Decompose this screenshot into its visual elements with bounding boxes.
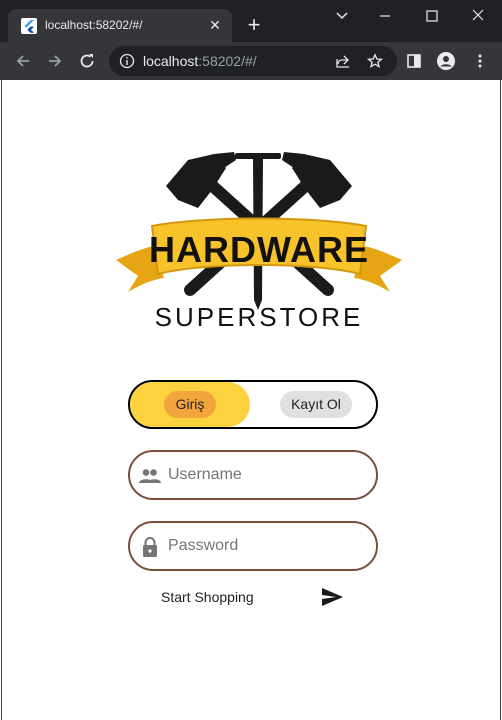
flutter-icon: [21, 18, 37, 34]
url-host: localhost: [143, 53, 199, 69]
hardware-superstore-logo: HARDWARE SUPERSTORE: [116, 152, 402, 332]
logo-word-superstore: SUPERSTORE: [155, 302, 364, 332]
tab-title: localhost:58202/#/: [45, 18, 143, 32]
browser-tab[interactable]: localhost:58202/#/ ✕: [8, 9, 232, 42]
close-window-icon[interactable]: [466, 6, 490, 26]
browser-titlebar: localhost:58202/#/ ✕ +: [0, 0, 502, 42]
send-icon[interactable]: [321, 587, 344, 607]
forward-icon[interactable]: [45, 51, 65, 71]
username-field[interactable]: [128, 450, 378, 500]
info-icon[interactable]: [119, 53, 135, 69]
share-icon[interactable]: [335, 53, 351, 69]
address-bar[interactable]: localhost:58202/#/: [109, 46, 397, 76]
start-shopping-label[interactable]: Start Shopping: [161, 589, 254, 605]
url-path: :58202/#/: [198, 53, 257, 69]
tab-register[interactable]: Kayıt Ol: [280, 391, 352, 418]
url-text: localhost:58202/#/: [143, 53, 257, 69]
auth-mode-toggle[interactable]: Giriş Kayıt Ol: [128, 380, 378, 429]
side-panel-icon[interactable]: [405, 52, 423, 70]
logo-word-hardware: HARDWARE: [149, 229, 369, 270]
people-icon: [139, 469, 161, 483]
close-tab-icon[interactable]: ✕: [207, 17, 223, 33]
reload-icon[interactable]: [77, 51, 97, 71]
username-input[interactable]: [168, 464, 368, 486]
page-content: HARDWARE SUPERSTORE Giriş Kayıt Ol Start…: [1, 80, 501, 720]
password-input[interactable]: [168, 535, 368, 557]
star-icon[interactable]: [367, 53, 383, 69]
back-icon[interactable]: [13, 51, 33, 71]
password-field[interactable]: [128, 521, 378, 571]
menu-icon[interactable]: [471, 52, 489, 70]
minimize-icon[interactable]: [373, 6, 397, 26]
chevron-down-icon[interactable]: [330, 6, 354, 26]
lock-icon: [143, 537, 157, 557]
tab-login[interactable]: Giriş: [164, 391, 216, 418]
maximize-icon[interactable]: [420, 6, 444, 26]
profile-icon[interactable]: [437, 52, 455, 70]
new-tab-icon[interactable]: +: [244, 14, 264, 36]
browser-toolbar: localhost:58202/#/: [0, 42, 502, 80]
